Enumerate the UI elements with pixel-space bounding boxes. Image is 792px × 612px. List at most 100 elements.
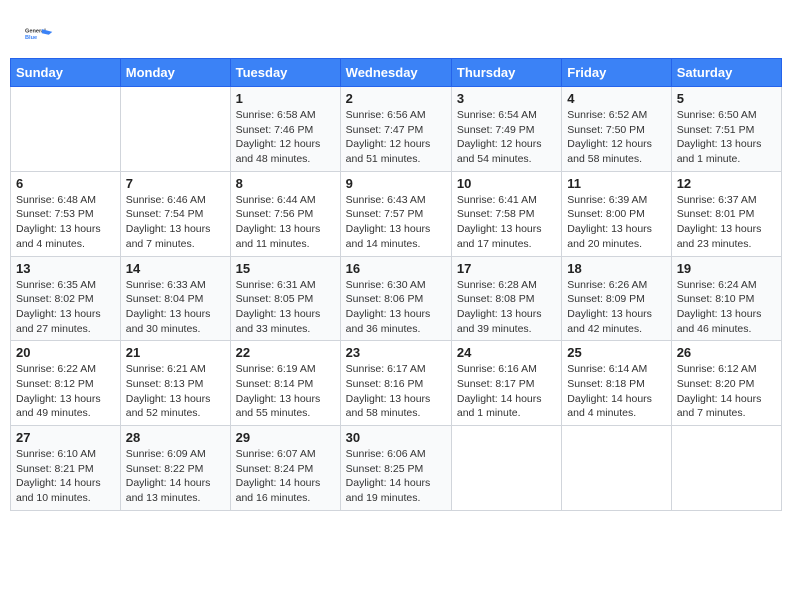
calendar-week-1: 1Sunrise: 6:58 AM Sunset: 7:46 PM Daylig…	[11, 87, 782, 172]
day-number: 30	[346, 430, 446, 445]
day-info: Sunrise: 6:19 AM Sunset: 8:14 PM Dayligh…	[236, 362, 335, 421]
logo-icon: GeneralBlue	[25, 20, 53, 48]
day-info: Sunrise: 6:54 AM Sunset: 7:49 PM Dayligh…	[457, 108, 556, 167]
calendar-cell: 21Sunrise: 6:21 AM Sunset: 8:13 PM Dayli…	[120, 341, 230, 426]
day-number: 22	[236, 345, 335, 360]
calendar-cell: 10Sunrise: 6:41 AM Sunset: 7:58 PM Dayli…	[451, 171, 561, 256]
calendar-cell: 15 Sunrise: 6:31 AM Sunset: 8:05 PM Dayli…	[230, 256, 340, 341]
day-info: Sunrise: 6:43 AM Sunset: 7:57 PM Dayligh…	[346, 193, 446, 252]
calendar-week-4: 20Sunrise: 6:22 AM Sunset: 8:12 PM Dayli…	[11, 341, 782, 426]
day-info: Sunrise: 6:30 AM Sunset: 8:06 PM Dayligh…	[346, 278, 446, 337]
calendar-cell: 9 Sunrise: 6:43 AM Sunset: 7:57 PM Daylig…	[340, 171, 451, 256]
calendar-cell: 23 Sunrise: 6:17 AM Sunset: 8:16 PM Dayli…	[340, 341, 451, 426]
logo: GeneralBlue	[25, 20, 53, 48]
calendar-cell: 18 Sunrise: 6:26 AM Sunset: 8:09 PM Dayli…	[562, 256, 671, 341]
day-number: 29	[236, 430, 335, 445]
calendar-cell: 1Sunrise: 6:58 AM Sunset: 7:46 PM Daylig…	[230, 87, 340, 172]
calendar-cell: 16 Sunrise: 6:30 AM Sunset: 8:06 PM Dayli…	[340, 256, 451, 341]
calendar-cell: 30 Sunrise: 6:06 AM Sunset: 8:25 PM Dayli…	[340, 426, 451, 511]
calendar-cell: 5 Sunrise: 6:50 AM Sunset: 7:51 PM Daylig…	[671, 87, 781, 172]
header-monday: Monday	[120, 59, 230, 87]
calendar-cell: 28Sunrise: 6:09 AM Sunset: 8:22 PM Dayli…	[120, 426, 230, 511]
calendar-cell: 20Sunrise: 6:22 AM Sunset: 8:12 PM Dayli…	[11, 341, 121, 426]
header-saturday: Saturday	[671, 59, 781, 87]
day-number: 4	[567, 91, 665, 106]
header-sunday: Sunday	[11, 59, 121, 87]
day-number: 16	[346, 261, 446, 276]
header-wednesday: Wednesday	[340, 59, 451, 87]
calendar-table: SundayMondayTuesdayWednesdayThursdayFrid…	[10, 58, 782, 511]
day-number: 17	[457, 261, 556, 276]
calendar-cell: 17 Sunrise: 6:28 AM Sunset: 8:08 PM Dayli…	[451, 256, 561, 341]
day-number: 26	[677, 345, 776, 360]
page-header: GeneralBlue	[10, 10, 782, 53]
calendar-cell: 19 Sunrise: 6:24 AM Sunset: 8:10 PM Dayli…	[671, 256, 781, 341]
calendar-header-row: SundayMondayTuesdayWednesdayThursdayFrid…	[11, 59, 782, 87]
day-info: Sunrise: 6:33 AM Sunset: 8:04 PM Dayligh…	[126, 278, 225, 337]
calendar-week-2: 6Sunrise: 6:48 AM Sunset: 7:53 PM Daylig…	[11, 171, 782, 256]
day-number: 13	[16, 261, 115, 276]
day-info: Sunrise: 6:52 AM Sunset: 7:50 PM Dayligh…	[567, 108, 665, 167]
calendar-cell: 11 Sunrise: 6:39 AM Sunset: 8:00 PM Dayli…	[562, 171, 671, 256]
day-number: 12	[677, 176, 776, 191]
calendar-cell: 29 Sunrise: 6:07 AM Sunset: 8:24 PM Dayli…	[230, 426, 340, 511]
day-info: Sunrise: 6:28 AM Sunset: 8:08 PM Dayligh…	[457, 278, 556, 337]
calendar-cell: 6Sunrise: 6:48 AM Sunset: 7:53 PM Daylig…	[11, 171, 121, 256]
calendar-cell: 27 Sunrise: 6:10 AM Sunset: 8:21 PM Dayli…	[11, 426, 121, 511]
calendar-cell: 25 Sunrise: 6:14 AM Sunset: 8:18 PM Dayli…	[562, 341, 671, 426]
calendar-cell: 14Sunrise: 6:33 AM Sunset: 8:04 PM Dayli…	[120, 256, 230, 341]
day-number: 15	[236, 261, 335, 276]
day-info: Sunrise: 6:22 AM Sunset: 8:12 PM Dayligh…	[16, 362, 115, 421]
calendar-cell	[451, 426, 561, 511]
day-info: Sunrise: 6:09 AM Sunset: 8:22 PM Dayligh…	[126, 447, 225, 506]
day-info: Sunrise: 6:06 AM Sunset: 8:25 PM Dayligh…	[346, 447, 446, 506]
day-info: Sunrise: 6:26 AM Sunset: 8:09 PM Dayligh…	[567, 278, 665, 337]
day-number: 3	[457, 91, 556, 106]
day-number: 18	[567, 261, 665, 276]
calendar-cell: 24 Sunrise: 6:16 AM Sunset: 8:17 PM Dayli…	[451, 341, 561, 426]
calendar-cell: 22 Sunrise: 6:19 AM Sunset: 8:14 PM Dayli…	[230, 341, 340, 426]
day-info: Sunrise: 6:35 AM Sunset: 8:02 PM Dayligh…	[16, 278, 115, 337]
calendar-cell: 12 Sunrise: 6:37 AM Sunset: 8:01 PM Dayli…	[671, 171, 781, 256]
day-info: Sunrise: 6:24 AM Sunset: 8:10 PM Dayligh…	[677, 278, 776, 337]
day-info: Sunrise: 6:56 AM Sunset: 7:47 PM Dayligh…	[346, 108, 446, 167]
calendar-cell: 3 Sunrise: 6:54 AM Sunset: 7:49 PM Daylig…	[451, 87, 561, 172]
calendar-cell	[671, 426, 781, 511]
day-info: Sunrise: 6:14 AM Sunset: 8:18 PM Dayligh…	[567, 362, 665, 421]
calendar-cell: 7Sunrise: 6:46 AM Sunset: 7:54 PM Daylig…	[120, 171, 230, 256]
calendar-cell: 8 Sunrise: 6:44 AM Sunset: 7:56 PM Daylig…	[230, 171, 340, 256]
day-info: Sunrise: 6:37 AM Sunset: 8:01 PM Dayligh…	[677, 193, 776, 252]
day-info: Sunrise: 6:58 AM Sunset: 7:46 PM Dayligh…	[236, 108, 335, 167]
day-number: 27	[16, 430, 115, 445]
day-info: Sunrise: 6:07 AM Sunset: 8:24 PM Dayligh…	[236, 447, 335, 506]
day-info: Sunrise: 6:17 AM Sunset: 8:16 PM Dayligh…	[346, 362, 446, 421]
svg-text:Blue: Blue	[25, 35, 37, 41]
calendar-week-3: 13 Sunrise: 6:35 AM Sunset: 8:02 PM Dayli…	[11, 256, 782, 341]
day-info: Sunrise: 6:50 AM Sunset: 7:51 PM Dayligh…	[677, 108, 776, 167]
day-info: Sunrise: 6:10 AM Sunset: 8:21 PM Dayligh…	[16, 447, 115, 506]
day-info: Sunrise: 6:31 AM Sunset: 8:05 PM Dayligh…	[236, 278, 335, 337]
calendar-cell	[562, 426, 671, 511]
day-number: 19	[677, 261, 776, 276]
day-number: 7	[126, 176, 225, 191]
calendar-week-5: 27 Sunrise: 6:10 AM Sunset: 8:21 PM Dayli…	[11, 426, 782, 511]
header-friday: Friday	[562, 59, 671, 87]
day-number: 5	[677, 91, 776, 106]
day-info: Sunrise: 6:44 AM Sunset: 7:56 PM Dayligh…	[236, 193, 335, 252]
day-info: Sunrise: 6:16 AM Sunset: 8:17 PM Dayligh…	[457, 362, 556, 421]
day-number: 11	[567, 176, 665, 191]
day-number: 2	[346, 91, 446, 106]
calendar-cell	[120, 87, 230, 172]
day-number: 8	[236, 176, 335, 191]
day-number: 24	[457, 345, 556, 360]
day-info: Sunrise: 6:39 AM Sunset: 8:00 PM Dayligh…	[567, 193, 665, 252]
calendar-cell: 2 Sunrise: 6:56 AM Sunset: 7:47 PM Daylig…	[340, 87, 451, 172]
day-number: 10	[457, 176, 556, 191]
day-number: 6	[16, 176, 115, 191]
header-tuesday: Tuesday	[230, 59, 340, 87]
calendar-cell: 26Sunrise: 6:12 AM Sunset: 8:20 PM Dayli…	[671, 341, 781, 426]
header-thursday: Thursday	[451, 59, 561, 87]
day-number: 9	[346, 176, 446, 191]
day-number: 25	[567, 345, 665, 360]
day-number: 23	[346, 345, 446, 360]
